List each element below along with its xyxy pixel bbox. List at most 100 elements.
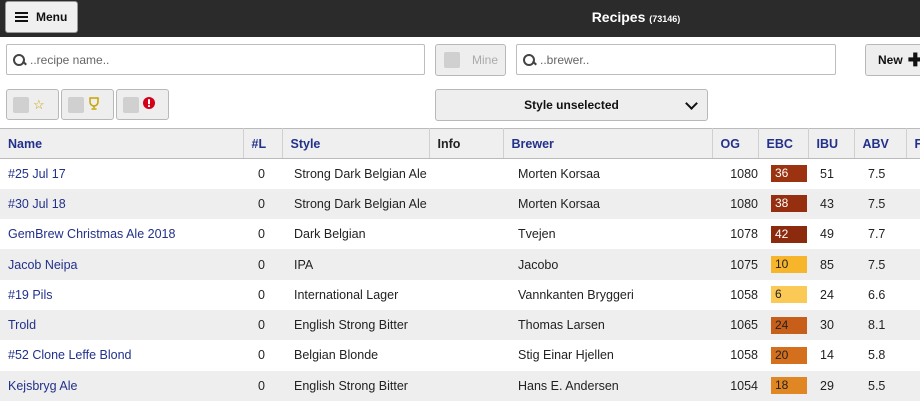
recipe-ibu: 43 [808, 188, 854, 220]
recipe-style: Strong Dark Belgian Ale [294, 166, 427, 181]
recipe-brewer: Jacobo [503, 249, 712, 280]
list-count: 0 [243, 370, 282, 401]
recipe-name-link[interactable]: #52 Clone Leffe Blond [0, 340, 243, 370]
alert-checkbox[interactable] [123, 96, 139, 113]
mine-checkbox[interactable] [444, 52, 460, 68]
recipe-name-link[interactable]: GemBrew Christmas Ale 2018 [0, 219, 243, 249]
ebc-color-badge: 18 [771, 377, 807, 395]
recipe-ibu: 51 [820, 166, 834, 181]
recipe-ibu: 49 [820, 227, 834, 242]
column-header-name[interactable]: Name [0, 128, 244, 159]
recipe-name-link[interactable]: Trold [0, 309, 243, 341]
table-row[interactable]: #30 Jul 18 0 Strong Dark Belgian Ale Morten… [0, 188, 920, 220]
table-row[interactable]: #19 Pils 0 International Lager Vannkanten B… [0, 280, 920, 310]
recipe-style: IPA [282, 249, 429, 280]
column-header-l[interactable]: #L [243, 128, 283, 159]
table-header: Name #L Style Info Brewer OG EBC IBU ABV… [0, 128, 920, 159]
recipe-style: Strong Dark Belgian Ale [282, 188, 429, 220]
recipe-abv: 5.5 [854, 370, 906, 401]
chevron-down-icon [685, 97, 698, 110]
recipe-brewer: Morten Korsaa [518, 166, 600, 181]
recipe-ibu: 24 [820, 287, 834, 302]
recipe-ebc-cell: 42 [758, 219, 808, 249]
trophy-checkbox[interactable] [68, 96, 84, 113]
recipe-og: 1058 [730, 348, 758, 363]
recipe-ebc-cell: 10 [758, 249, 808, 280]
ebc-color-badge: 24 [771, 316, 807, 334]
table-row[interactable]: #52 Clone Leffe Blond 0 Belgian Blonde Stig… [0, 340, 920, 370]
page-title-text: Recipes [591, 9, 646, 25]
table-row[interactable]: Jacob Neipa 0 IPA Jacobo 1075 10 85 7.5 [0, 249, 920, 280]
recipe-name-link[interactable]: #25 Jul 17 [0, 159, 243, 189]
recipe-abv: 7.7 [868, 227, 886, 242]
recipe-ibu: 29 [808, 370, 854, 401]
recipes-table: Name #L Style Info Brewer OG EBC IBU ABV… [0, 128, 920, 401]
top-bar: Menu Recipes (73146) [0, 0, 920, 37]
list-count: 0 [258, 348, 265, 363]
column-header-abv[interactable]: ABV [854, 128, 907, 159]
recipe-og: 1058 [730, 287, 758, 302]
recipe-info [429, 219, 503, 249]
recipe-search-field[interactable] [6, 44, 425, 75]
list-count: 0 [243, 249, 282, 280]
recipe-search-input[interactable] [30, 52, 410, 67]
ebc-color-badge: 36 [771, 165, 807, 183]
recipe-brewer: Thomas Larsen [503, 309, 712, 341]
recipe-style: English Strong Bitter [282, 370, 429, 401]
list-count: 0 [258, 287, 265, 302]
style-select-label: Style unselected [524, 98, 619, 112]
list-count: 0 [243, 309, 282, 341]
recipe-name-link[interactable]: #30 Jul 18 [0, 188, 243, 220]
recipe-brewer: Tvejen [518, 227, 556, 242]
recipe-abv: 7.5 [868, 166, 886, 181]
recipe-og: 1078 [730, 227, 758, 242]
search-icon [13, 53, 25, 66]
table-row[interactable]: #25 Jul 17 0 Strong Dark Belgian Ale Morten… [0, 159, 920, 189]
column-header-ebc[interactable]: EBC [758, 128, 809, 159]
ebc-color-badge: 10 [771, 256, 807, 274]
column-header-ibu[interactable]: IBU [808, 128, 855, 159]
column-header-brewer[interactable]: Brewer [503, 128, 713, 159]
favorite-filter[interactable]: ☆ [6, 89, 59, 120]
trophy-filter[interactable] [61, 89, 114, 120]
brewer-search-input[interactable] [540, 52, 830, 67]
ebc-color-badge: 6 [771, 286, 807, 304]
column-header-style[interactable]: Style [282, 128, 430, 159]
mine-toggle[interactable]: Mine [435, 44, 506, 76]
recipe-abv: 7.5 [854, 188, 906, 220]
page-title: Recipes (73146) [0, 9, 920, 25]
recipe-f [906, 219, 920, 249]
mine-label: Mine [472, 53, 499, 67]
brewer-search-field[interactable] [516, 44, 836, 75]
table-row[interactable]: Kejsbryg Ale 0 English Strong Bitter Hans E… [0, 370, 920, 401]
ebc-color-badge: 38 [771, 195, 807, 213]
trophy-icon [88, 96, 100, 113]
recipe-brewer: Morten Korsaa [503, 188, 712, 220]
recipe-ibu: 30 [808, 309, 854, 341]
recipe-og: 1080 [730, 166, 758, 181]
recipe-name-link[interactable]: Kejsbryg Ale [0, 370, 243, 401]
recipe-f [906, 370, 920, 401]
favorite-checkbox[interactable] [13, 96, 29, 113]
column-header-f[interactable]: F [906, 128, 920, 159]
new-label: New [878, 53, 903, 67]
alert-filter[interactable] [116, 89, 169, 120]
recipe-ebc-cell: 38 [758, 188, 808, 220]
list-count: 0 [258, 227, 265, 242]
star-icon: ☆ [33, 96, 45, 112]
column-header-og[interactable]: OG [712, 128, 759, 159]
new-recipe-button[interactable]: New ✚ [865, 44, 920, 76]
recipe-style: Belgian Blonde [294, 348, 379, 363]
recipe-name-link[interactable]: #19 Pils [0, 280, 243, 310]
recipe-abv: 8.1 [854, 309, 906, 341]
table-row[interactable]: GemBrew Christmas Ale 2018 0 Dark Belgian T… [0, 219, 920, 249]
recipe-og: 1080 [712, 188, 758, 220]
recipe-ebc-cell: 6 [758, 280, 808, 310]
recipe-f [906, 340, 920, 370]
style-select[interactable]: Style unselected [435, 89, 708, 121]
recipe-f [906, 188, 920, 220]
recipe-style: International Lager [294, 287, 399, 302]
table-row[interactable]: Trold 0 English Strong Bitter Thomas Larsen… [0, 309, 920, 341]
recipe-abv: 7.5 [854, 249, 906, 280]
recipe-name-link[interactable]: Jacob Neipa [0, 249, 243, 280]
